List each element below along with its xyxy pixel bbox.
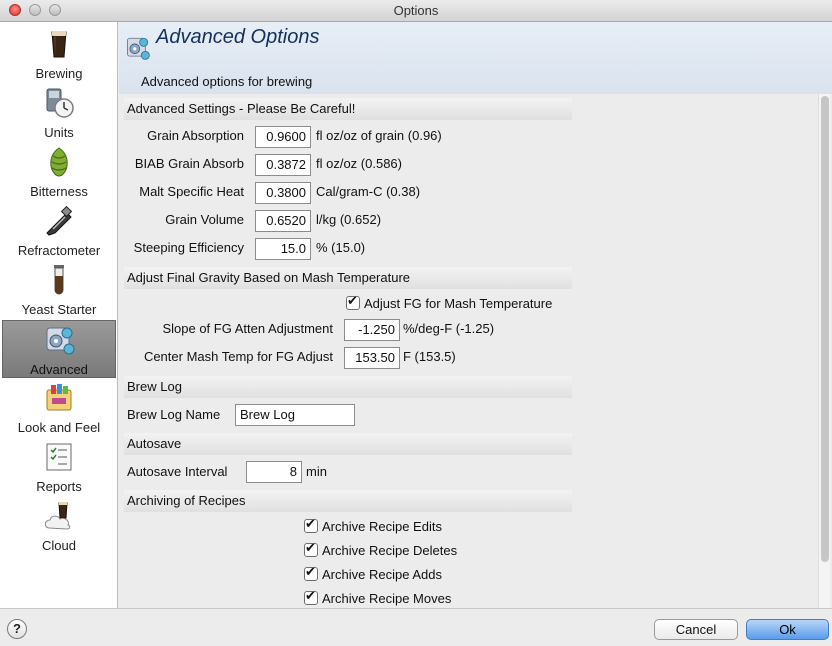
sidebar-item-label: Yeast Starter xyxy=(21,302,97,317)
grain-absorption-label: Grain Absorption xyxy=(147,128,244,143)
sidebar-item-label: Units xyxy=(44,125,74,140)
section-header-brew-log: Brew Log xyxy=(124,376,572,398)
steeping-efficiency-unit: % (15.0) xyxy=(316,240,366,255)
steeping-efficiency-field[interactable]: 15.0 xyxy=(255,238,311,260)
advanced-gear-icon xyxy=(127,37,150,60)
grain-volume-label: Grain Volume xyxy=(165,212,244,227)
autosave-interval-unit: min xyxy=(306,464,327,479)
help-button[interactable]: ? xyxy=(7,619,27,639)
sidebar-item-label: Cloud xyxy=(42,538,76,553)
sidebar-item-reports[interactable]: Reports xyxy=(2,438,116,496)
sidebar-item-bitterness[interactable]: Bitterness xyxy=(2,143,116,201)
autosave-interval-label: Autosave Interval xyxy=(127,464,228,479)
sidebar-item-yeast-starter[interactable]: Yeast Starter xyxy=(2,261,116,319)
slope-fg-field[interactable]: -1.250 xyxy=(344,319,400,341)
biab-grain-absorb-label: BIAB Grain Absorb xyxy=(134,156,244,171)
beer-glass-icon xyxy=(51,31,67,58)
options-sidebar: Brewing Units Bitterness Refractometer Y… xyxy=(0,22,118,608)
sidebar-item-label: Look and Feel xyxy=(17,420,101,435)
archive-moves-checkbox[interactable] xyxy=(304,589,318,605)
window-title: Options xyxy=(393,3,439,18)
brew-log-name-field[interactable]: Brew Log xyxy=(235,404,355,426)
sidebar-item-advanced[interactable]: Advanced xyxy=(2,320,116,378)
section-header-fg: Adjust Final Gravity Based on Mash Tempe… xyxy=(124,267,572,289)
archive-edits-label: Archive Recipe Edits xyxy=(322,519,442,534)
grain-volume-unit: l/kg (0.652) xyxy=(316,212,382,227)
section-header-autosave: Autosave xyxy=(124,433,572,455)
adjust-fg-checkbox-label: Adjust FG for Mash Temperature xyxy=(364,296,553,311)
checklist-icon xyxy=(46,443,72,471)
sidebar-item-cloud[interactable]: Cloud xyxy=(2,497,116,555)
ok-button[interactable]: Ok xyxy=(746,619,829,640)
sidebar-item-label: Reports xyxy=(36,479,82,494)
page-subtitle: Advanced options for brewing xyxy=(141,74,313,89)
cloud-icon xyxy=(44,502,71,530)
section-header-advanced: Advanced Settings - Please Be Careful! xyxy=(124,98,572,120)
archive-adds-label: Archive Recipe Adds xyxy=(322,567,442,582)
archive-deletes-checkbox[interactable] xyxy=(304,541,318,557)
sidebar-item-look-and-feel[interactable]: Look and Feel xyxy=(2,379,116,437)
biab-grain-absorb-field[interactable]: 0.3872 xyxy=(255,154,311,176)
sidebar-item-refractometer[interactable]: Refractometer xyxy=(2,202,116,260)
hop-icon xyxy=(50,147,68,177)
grain-absorption-field[interactable]: 0.9600 xyxy=(255,126,311,148)
dialog-footer: ? Cancel Ok xyxy=(0,608,832,646)
refractometer-icon xyxy=(46,205,73,236)
grain-absorption-unit: fl oz/oz of grain (0.96) xyxy=(316,128,442,143)
section-header-archiving: Archiving of Recipes xyxy=(124,490,572,512)
archive-adds-checkbox[interactable] xyxy=(304,565,318,581)
archive-deletes-label: Archive Recipe Deletes xyxy=(322,543,458,558)
title-bar: Options xyxy=(0,0,832,22)
page-header: Advanced Options Advanced options for br… xyxy=(119,22,832,94)
malt-specific-heat-unit: Cal/gram-C (0.38) xyxy=(316,184,421,199)
steeping-efficiency-label: Steeping Efficiency xyxy=(133,240,244,255)
vertical-scrollbar[interactable] xyxy=(818,94,830,608)
page-title: Advanced Options xyxy=(156,26,320,48)
paint-palette-icon xyxy=(46,384,72,411)
slope-fg-label: Slope of FG Atten Adjustment xyxy=(162,321,333,336)
center-mash-temp-unit: F (153.5) xyxy=(403,349,456,364)
malt-specific-heat-label: Malt Specific Heat xyxy=(139,184,244,199)
sidebar-item-label: Refractometer xyxy=(17,243,101,258)
sidebar-item-units[interactable]: Units xyxy=(2,84,116,142)
sidebar-item-label: Bitterness xyxy=(30,184,88,199)
malt-specific-heat-field[interactable]: 0.3800 xyxy=(255,182,311,204)
sidebar-item-label: Advanced xyxy=(30,362,88,377)
cancel-button[interactable]: Cancel xyxy=(654,619,738,640)
center-mash-temp-label: Center Mash Temp for FG Adjust xyxy=(143,349,333,364)
center-mash-temp-field[interactable]: 153.50 xyxy=(344,347,400,369)
biab-grain-absorb-unit: fl oz/oz (0.586) xyxy=(316,156,402,171)
advanced-gear-icon xyxy=(46,327,75,355)
sidebar-item-brewing[interactable]: Brewing xyxy=(2,25,116,83)
units-clock-icon xyxy=(46,88,74,118)
scrollbar-thumb[interactable] xyxy=(821,96,829,562)
autosave-interval-field[interactable]: 8 xyxy=(246,461,302,483)
options-content: Advanced Options Advanced options for br… xyxy=(119,22,832,608)
adjust-fg-checkbox[interactable] xyxy=(346,294,360,310)
test-tube-icon xyxy=(54,265,64,295)
brew-log-name-label: Brew Log Name xyxy=(127,407,221,422)
slope-fg-unit: %/deg-F (-1.25) xyxy=(403,321,495,336)
archive-edits-checkbox[interactable] xyxy=(304,517,318,533)
sidebar-item-label: Brewing xyxy=(35,66,83,81)
grain-volume-field[interactable]: 0.6520 xyxy=(255,210,311,232)
archive-moves-label: Archive Recipe Moves xyxy=(322,591,452,606)
